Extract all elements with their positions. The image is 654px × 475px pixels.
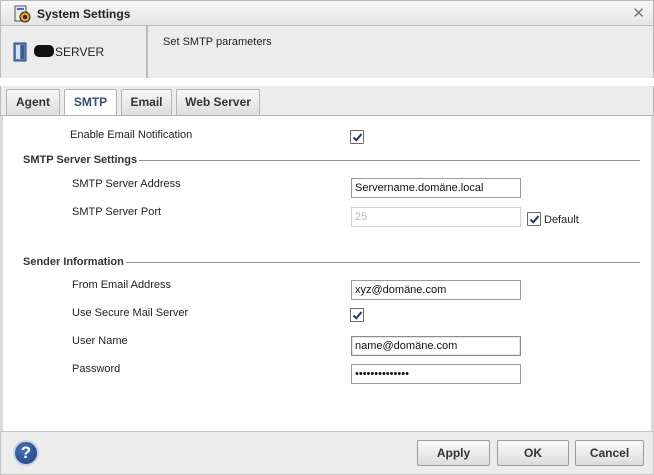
dialog-header: SERVER Set SMTP parameters xyxy=(0,26,654,78)
settings-app-icon xyxy=(14,5,31,23)
tab-smtp[interactable]: SMTP xyxy=(64,89,117,117)
redaction-mark xyxy=(34,45,54,57)
dialog-footer: ? Apply OK Cancel xyxy=(0,431,654,475)
check-icon xyxy=(529,215,540,224)
window-title: System Settings xyxy=(37,7,131,21)
server-name: SERVER xyxy=(34,45,104,59)
enable-email-notification-label: Enable Email Notification xyxy=(70,129,193,141)
page-description: Set SMTP parameters xyxy=(163,36,272,48)
smtp-server-port-label: SMTP Server Port xyxy=(72,206,162,218)
server-name-text: SERVER xyxy=(55,45,105,59)
password-input[interactable] xyxy=(351,364,521,384)
enable-email-notification-checkbox[interactable] xyxy=(350,130,364,144)
cancel-button[interactable]: Cancel xyxy=(575,440,644,466)
header-divider xyxy=(146,26,148,78)
tab-strip: Agent SMTP Email Web Server xyxy=(0,86,654,117)
apply-button[interactable]: Apply xyxy=(417,440,490,466)
sender-section-title: Sender Information xyxy=(23,256,126,268)
check-icon xyxy=(352,133,363,142)
port-default-label: Default xyxy=(544,214,579,226)
password-label: Password xyxy=(72,363,121,375)
check-icon xyxy=(352,311,363,320)
secure-mail-label: Use Secure Mail Server xyxy=(72,307,189,319)
from-email-input[interactable] xyxy=(351,280,521,300)
smtp-section-title: SMTP Server Settings xyxy=(23,154,140,166)
secure-mail-checkbox[interactable] xyxy=(350,308,364,322)
close-icon[interactable]: ✕ xyxy=(632,4,645,22)
smtp-settings-panel: Enable Email Notification SMTP Server Se… xyxy=(0,116,654,431)
server-icon xyxy=(13,42,27,62)
tab-agent[interactable]: Agent xyxy=(6,89,60,116)
from-email-label: From Email Address xyxy=(72,279,172,291)
user-name-label: User Name xyxy=(72,335,128,347)
ok-button[interactable]: OK xyxy=(497,440,569,466)
smtp-server-port-input[interactable] xyxy=(351,207,521,227)
smtp-server-address-input[interactable] xyxy=(351,178,521,198)
title-bar: System Settings ✕ xyxy=(0,0,654,26)
tab-email[interactable]: Email xyxy=(121,89,172,116)
user-name-input[interactable] xyxy=(351,336,521,356)
port-default-checkbox[interactable] xyxy=(527,212,541,226)
smtp-server-address-label: SMTP Server Address xyxy=(72,178,181,190)
help-icon[interactable]: ? xyxy=(13,440,39,466)
tab-web-server[interactable]: Web Server xyxy=(176,89,260,116)
